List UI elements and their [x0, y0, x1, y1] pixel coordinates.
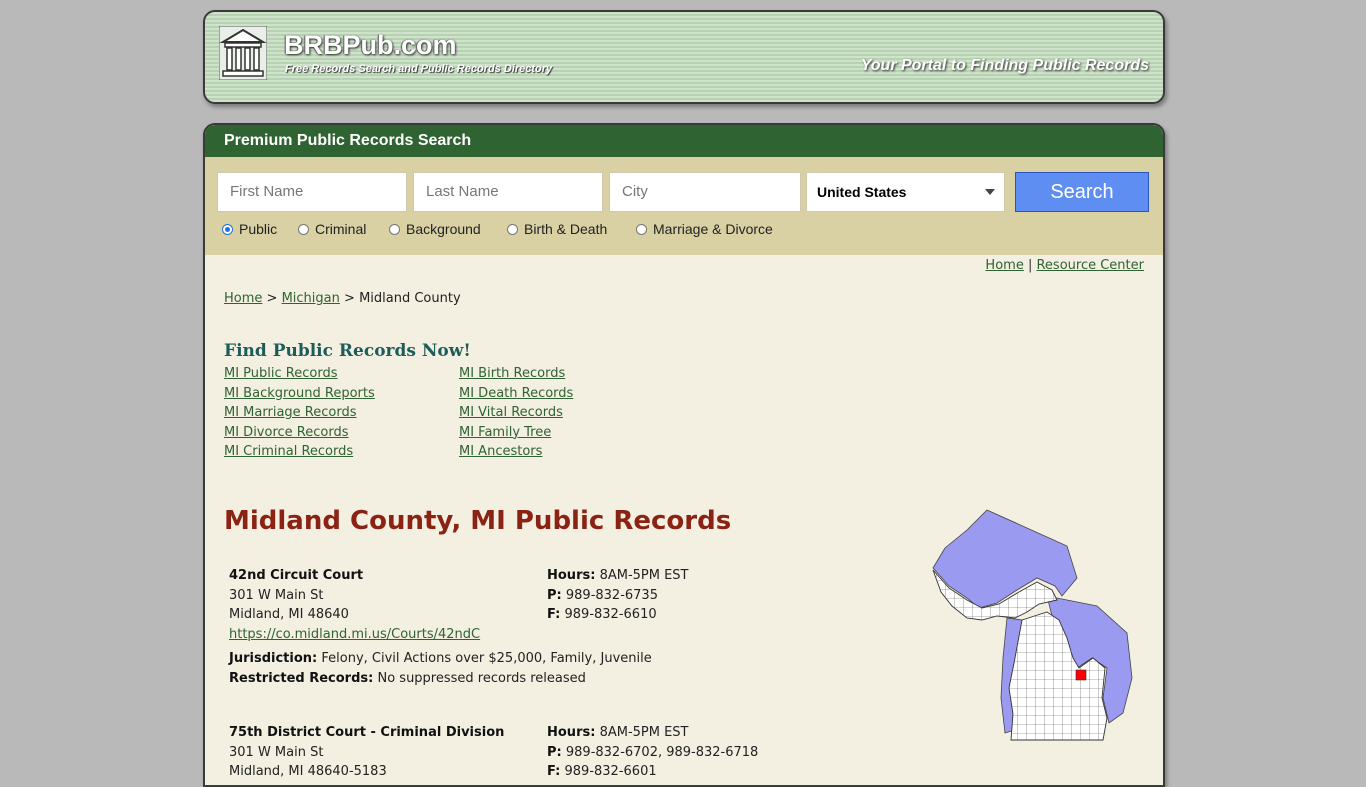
radio-label: Birth & Death — [524, 221, 608, 237]
restricted-label: Restricted Records: — [229, 670, 374, 686]
office-fax: 989-832-6610 — [564, 607, 657, 622]
office-url-link[interactable]: https://co.midland.mi.us/Courts/42ndC — [229, 627, 480, 642]
radio-marriage-divorce[interactable]: Marriage & Divorce — [636, 221, 773, 237]
breadcrumb-separator: > — [266, 291, 278, 306]
radio-label: Background — [406, 221, 481, 237]
office-contact: Hours: 8AM-5PM EST P: 989-832-6735 F: 98… — [547, 566, 689, 625]
main-panel: Premium Public Records Search First Name… — [203, 123, 1165, 787]
city-input[interactable]: City — [609, 172, 801, 212]
office-phone: 989-832-6702, 989-832-6718 — [565, 744, 759, 760]
record-link[interactable]: MI Background Reports — [224, 386, 375, 401]
country-select-value: United States — [817, 184, 907, 200]
search-panel-title: Premium Public Records Search — [205, 125, 1163, 157]
radio-background[interactable]: Background — [389, 221, 481, 237]
search-form: First Name Last Name City United States … — [205, 157, 1163, 255]
site-header-banner: BRBPub.com Free Records Search and Publi… — [203, 10, 1165, 104]
radio-button-checked[interactable] — [222, 223, 233, 235]
portal-slogan: Your Portal to Finding Public Records — [860, 57, 1149, 74]
office-restricted: No suppressed records released — [377, 670, 586, 686]
search-button[interactable]: Search — [1015, 172, 1149, 212]
breadcrumb: Home > Michigan > Midland County — [224, 291, 461, 306]
phone-label: P: — [547, 744, 562, 760]
radio-label: Criminal — [315, 221, 367, 237]
link-separator: | — [1027, 258, 1033, 273]
country-select[interactable]: United States — [806, 172, 1005, 212]
office-hours: 8AM-5PM EST — [599, 725, 689, 740]
site-name[interactable]: BRBPub.com — [284, 30, 457, 61]
radio-public[interactable]: Public — [222, 221, 277, 237]
record-link[interactable]: MI Family Tree — [459, 425, 551, 440]
radio-birth-death[interactable]: Birth & Death — [507, 221, 607, 237]
home-link[interactable]: Home — [985, 258, 1023, 273]
office-address: 75th District Court - Criminal Division … — [229, 723, 504, 782]
breadcrumb-home-link[interactable]: Home — [224, 291, 262, 306]
jurisdiction-label: Jurisdiction: — [229, 651, 318, 666]
record-link[interactable]: MI Ancestors — [459, 444, 542, 459]
site-tagline: Free Records Search and Public Records D… — [285, 63, 553, 75]
office-contact: Hours: 8AM-5PM EST P: 989-832-6702, 989-… — [547, 723, 758, 782]
office-jurisdiction: Felony, Civil Actions over $25,000, Fami… — [321, 651, 652, 666]
office-street: 301 W Main St — [229, 744, 324, 760]
radio-button[interactable] — [389, 223, 400, 235]
radio-button[interactable] — [636, 223, 647, 235]
fax-label: F: — [547, 607, 561, 622]
breadcrumb-current: Midland County — [359, 291, 461, 306]
first-name-input[interactable]: First Name — [217, 172, 407, 212]
hours-label: Hours: — [547, 568, 596, 583]
record-link[interactable]: MI Death Records — [459, 386, 573, 401]
record-link[interactable]: MI Vital Records — [459, 405, 563, 420]
midland-county-highlight — [1075, 669, 1087, 681]
last-name-input[interactable]: Last Name — [413, 172, 603, 212]
office-name: 42nd Circuit Court — [229, 568, 364, 583]
office-fax: 989-832-6601 — [564, 764, 657, 779]
hours-label: Hours: — [547, 725, 596, 740]
chevron-down-icon — [985, 189, 995, 195]
records-links-right: MI Birth Records MI Death Records MI Vit… — [459, 364, 573, 462]
record-link[interactable]: MI Birth Records — [459, 366, 565, 381]
office-hours: 8AM-5PM EST — [599, 568, 689, 583]
record-link[interactable]: MI Divorce Records — [224, 425, 348, 440]
record-link[interactable]: MI Public Records — [224, 366, 337, 381]
record-link[interactable]: MI Marriage Records — [224, 405, 356, 420]
radio-label: Marriage & Divorce — [653, 221, 773, 237]
breadcrumb-separator: > — [344, 291, 355, 306]
office-street: 301 W Main St — [229, 587, 324, 603]
courthouse-logo-icon[interactable] — [219, 26, 267, 80]
office-city: Midland, MI 48640-5183 — [229, 764, 387, 779]
top-links: Home | Resource Center — [985, 258, 1144, 273]
radio-label: Public — [239, 221, 278, 237]
record-type-radios: Public Criminal Background Birth & Death… — [205, 221, 1163, 241]
fax-label: F: — [547, 764, 561, 779]
office-city: Midland, MI 48640 — [229, 607, 349, 622]
radio-criminal[interactable]: Criminal — [298, 221, 366, 237]
michigan-county-map — [932, 509, 1133, 741]
radio-button[interactable] — [298, 223, 309, 235]
phone-label: P: — [547, 587, 562, 603]
breadcrumb-michigan-link[interactable]: Michigan — [282, 291, 340, 306]
record-link[interactable]: MI Criminal Records — [224, 444, 353, 459]
resource-center-link[interactable]: Resource Center — [1036, 258, 1144, 273]
page-title: Midland County, MI Public Records — [224, 506, 732, 536]
find-records-heading: Find Public Records Now! — [224, 341, 471, 361]
radio-button[interactable] — [507, 223, 518, 235]
office-address: 42nd Circuit Court 301 W Main St Midland… — [229, 566, 480, 644]
office-name: 75th District Court - Criminal Division — [229, 725, 505, 740]
office-details: Jurisdiction: Felony, Civil Actions over… — [229, 649, 652, 688]
records-links-left: MI Public Records MI Background Reports … — [224, 364, 375, 462]
office-phone: 989-832-6735 — [565, 587, 658, 603]
